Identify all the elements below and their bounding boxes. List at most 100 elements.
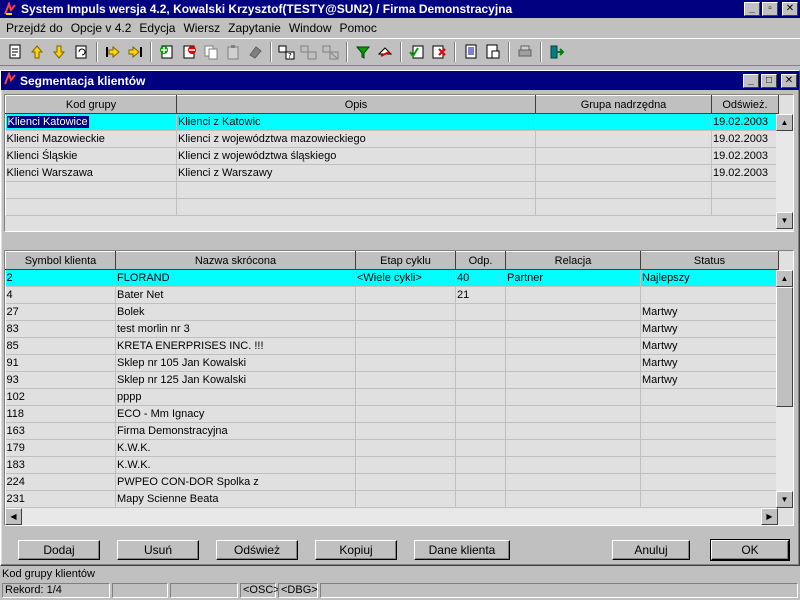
print-preview-icon[interactable]: [460, 41, 482, 63]
group-cell[interactable]: Klienci z województwa mazowieckiego: [176, 130, 536, 148]
delete-row-icon[interactable]: [178, 41, 200, 63]
client-row[interactable]: 93 Sklep nr 125 Jan Kowalski Martwy: [5, 371, 779, 389]
group-cell[interactable]: [535, 164, 712, 182]
client-cell[interactable]: pppp: [115, 388, 356, 406]
client-row[interactable]: 231 Mapy Scienne Beata: [5, 490, 779, 508]
client-cell[interactable]: K.W.K.: [115, 456, 356, 474]
client-cell[interactable]: [640, 490, 779, 508]
groups-vertical-scrollbar[interactable]: ▲ ▼: [776, 114, 793, 231]
scroll-up-button[interactable]: ▲: [776, 270, 793, 287]
menu-pomoc[interactable]: Pomoc: [336, 21, 381, 35]
client-row[interactable]: 27 Bolek Martwy: [5, 303, 779, 321]
client-cell[interactable]: Firma Demonstracyjna: [115, 422, 356, 440]
up-arrow-icon[interactable]: [26, 41, 48, 63]
client-cell[interactable]: [355, 303, 456, 321]
sort-icon[interactable]: [374, 41, 396, 63]
client-data-button[interactable]: Dane klienta: [414, 540, 510, 560]
client-cell[interactable]: [505, 439, 641, 457]
query-run-icon[interactable]: [298, 41, 320, 63]
client-cell[interactable]: 27: [5, 303, 116, 321]
client-cell[interactable]: [455, 303, 506, 321]
client-cell[interactable]: [455, 473, 506, 491]
group-cell[interactable]: Klienci z Warszawy: [176, 164, 536, 182]
scroll-thumb[interactable]: [776, 287, 793, 407]
client-cell[interactable]: Partner: [505, 269, 641, 287]
refresh-icon[interactable]: [70, 41, 92, 63]
client-cell[interactable]: K.W.K.: [115, 439, 356, 457]
client-row[interactable]: 163 Firma Demonstracyjna: [5, 422, 779, 440]
minimize-button[interactable]: _: [744, 2, 760, 16]
client-cell[interactable]: 118: [5, 405, 116, 423]
column-header-grupa-nadrzedna[interactable]: Grupa nadrzędna: [535, 95, 712, 114]
client-cell[interactable]: 224: [5, 473, 116, 491]
client-cell[interactable]: [455, 422, 506, 440]
client-cell[interactable]: <Wiele cykli>: [355, 269, 456, 287]
client-cell[interactable]: test morlin nr 3: [115, 320, 356, 338]
clients-horizontal-scrollbar[interactable]: ◀ ▶: [5, 508, 778, 525]
group-cell[interactable]: 19.02.2003: [711, 130, 779, 148]
client-cell[interactable]: [505, 337, 641, 355]
client-cell[interactable]: [505, 490, 641, 508]
client-cell[interactable]: Martwy: [640, 371, 779, 389]
paste-icon[interactable]: [222, 41, 244, 63]
client-cell[interactable]: [355, 320, 456, 338]
client-cell[interactable]: KRETA ENERPRISES INC. !!!: [115, 337, 356, 355]
client-cell[interactable]: 93: [5, 371, 116, 389]
window-minimize-button[interactable]: _: [743, 73, 759, 88]
client-row[interactable]: 91 Sklep nr 105 Jan Kowalski Martwy: [5, 354, 779, 372]
group-cell[interactable]: [535, 113, 712, 131]
mark-icon[interactable]: [406, 41, 428, 63]
client-cell[interactable]: [505, 456, 641, 474]
client-cell[interactable]: [455, 439, 506, 457]
scroll-up-button[interactable]: ▲: [776, 114, 793, 131]
group-cell[interactable]: 19.02.2003: [711, 164, 779, 182]
client-cell[interactable]: 179: [5, 439, 116, 457]
client-cell[interactable]: Martwy: [640, 320, 779, 338]
client-cell[interactable]: Najlepszy: [640, 269, 779, 287]
client-row[interactable]: 118 ECO - Mm Ignacy: [5, 405, 779, 423]
client-cell[interactable]: [505, 405, 641, 423]
client-cell[interactable]: 102: [5, 388, 116, 406]
column-header-relacja[interactable]: Relacja: [505, 251, 641, 270]
report-icon[interactable]: [482, 41, 504, 63]
client-cell[interactable]: [640, 473, 779, 491]
client-cell[interactable]: [505, 473, 641, 491]
client-cell[interactable]: 231: [5, 490, 116, 508]
client-cell[interactable]: [355, 456, 456, 474]
client-cell[interactable]: Bater Net: [115, 286, 356, 304]
first-record-icon[interactable]: [102, 41, 124, 63]
client-row[interactable]: 85 KRETA ENERPRISES INC. !!! Martwy: [5, 337, 779, 355]
printer-icon[interactable]: [514, 41, 536, 63]
group-cell[interactable]: [535, 130, 712, 148]
menu-wiersz[interactable]: Wiersz: [179, 21, 224, 35]
eraser-icon[interactable]: [244, 41, 266, 63]
column-header-status[interactable]: Status: [640, 251, 779, 270]
client-cell[interactable]: [505, 422, 641, 440]
client-cell[interactable]: [355, 422, 456, 440]
menu-window[interactable]: Window: [285, 21, 336, 35]
group-cell[interactable]: [176, 181, 536, 199]
unmark-icon[interactable]: [428, 41, 450, 63]
group-cell[interactable]: [711, 181, 779, 199]
group-cell[interactable]: Klienci Warszawa: [5, 164, 177, 182]
client-cell[interactable]: [455, 320, 506, 338]
client-cell[interactable]: PWPEO CON-DOR Spolka z: [115, 473, 356, 491]
menu-opcje[interactable]: Opcje v 4.2: [67, 21, 136, 35]
menu-edycja[interactable]: Edycja: [135, 21, 179, 35]
client-cell[interactable]: Martwy: [640, 337, 779, 355]
client-cell[interactable]: [355, 439, 456, 457]
client-cell[interactable]: 2: [5, 269, 116, 287]
client-cell[interactable]: [455, 354, 506, 372]
client-cell[interactable]: 183: [5, 456, 116, 474]
menu-zapytanie[interactable]: Zapytanie: [224, 21, 285, 35]
client-cell[interactable]: Martwy: [640, 303, 779, 321]
client-cell[interactable]: [505, 320, 641, 338]
client-cell[interactable]: [355, 371, 456, 389]
client-cell[interactable]: 83: [5, 320, 116, 338]
client-cell[interactable]: 40: [455, 269, 506, 287]
window-close-button[interactable]: ✕: [781, 73, 797, 88]
client-cell[interactable]: [640, 388, 779, 406]
client-cell[interactable]: 85: [5, 337, 116, 355]
group-cell[interactable]: Klienci z Katowic: [176, 113, 536, 131]
group-cell[interactable]: [176, 198, 536, 216]
